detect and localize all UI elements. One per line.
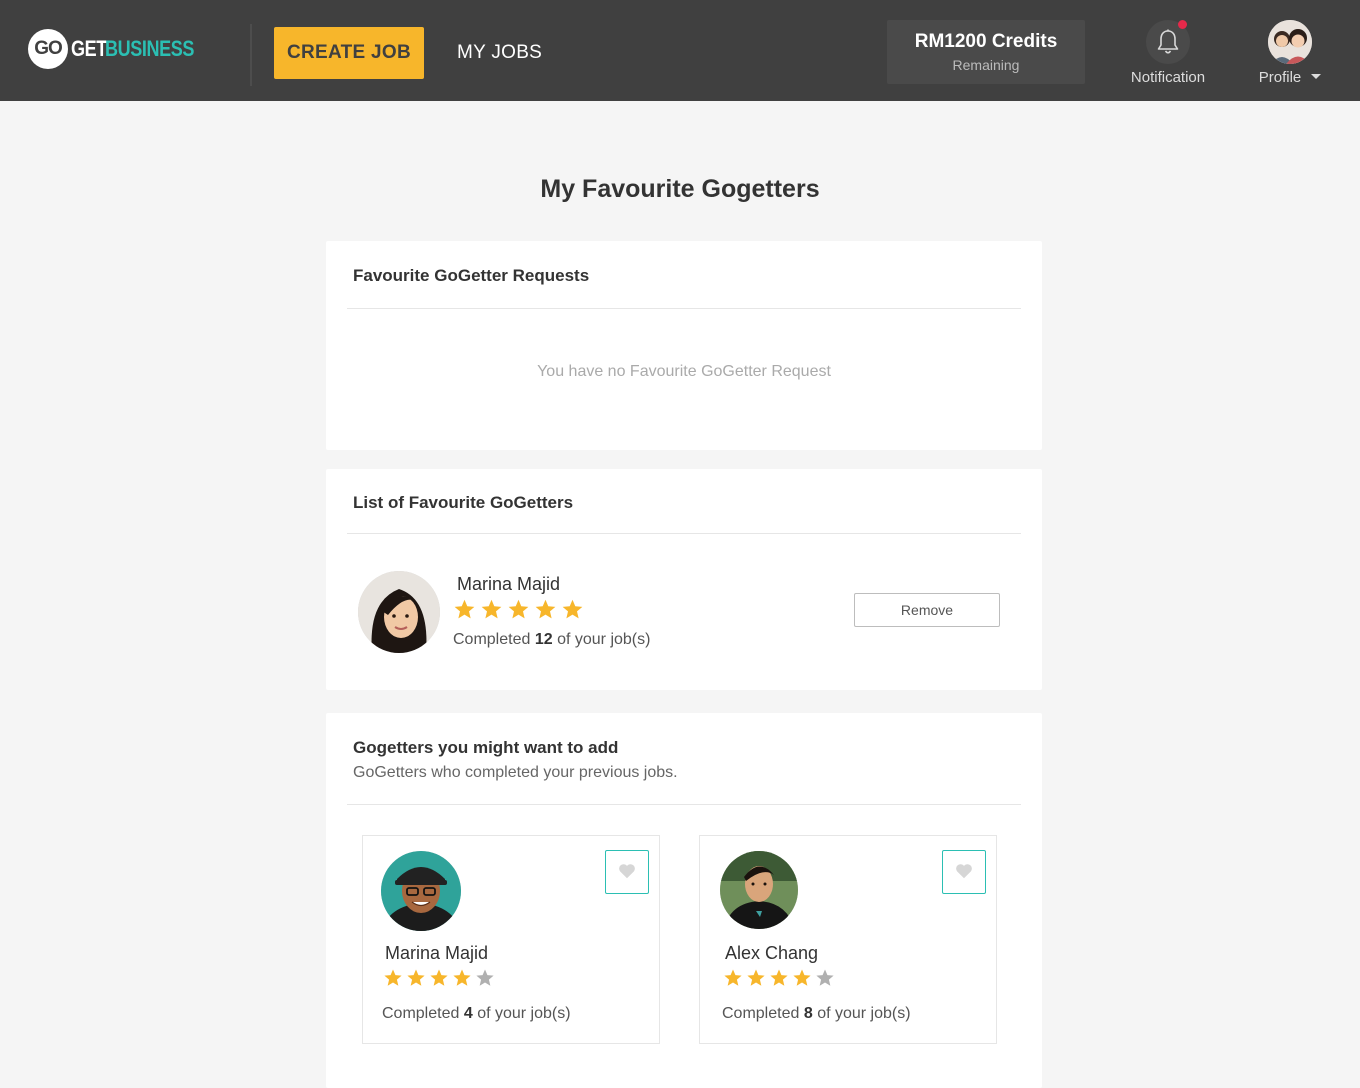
star-filled-icon [453,598,480,625]
card-divider [347,308,1021,309]
completed-jobs-text: Completed 8 of your job(s) [722,1005,911,1022]
logo-business-text: BUSINESS [104,36,194,61]
heart-icon [955,863,973,882]
completed-jobs-text: Completed 12 of your job(s) [453,631,651,648]
create-job-button[interactable]: CREATE JOB [274,27,424,79]
star-filled-icon [792,968,815,992]
gogetter-name: Marina Majid [457,574,561,594]
avatar [358,571,440,653]
suggestion-card-marina-majid: Marina Majid Completed 4 of your job(s) [362,835,660,1044]
my-jobs-link[interactable]: MY JOBS [457,42,542,64]
star-filled-icon [561,598,588,625]
avatar [720,851,798,929]
star-filled-icon [723,968,746,992]
rating-stars [723,968,838,992]
credits-balance: RM1200 Credits Remaining [887,20,1085,84]
logo-go-mark: GO [28,29,68,69]
favourite-requests-card: Favourite GoGetter Requests You have no … [326,241,1042,450]
notification-button[interactable]: Notification [1125,20,1211,86]
profile-menu[interactable]: Profile [1250,20,1330,87]
top-navigation-bar: GO GET BUSINESS CREATE JOB MY JOBS RM120… [0,0,1360,101]
star-filled-icon [507,598,534,625]
star-filled-icon [429,968,452,992]
rating-stars [383,968,498,992]
gogetter-name: Marina Majid [385,943,489,963]
star-empty-icon [815,968,838,992]
star-filled-icon [480,598,507,625]
credits-remaining-label: Remaining [952,57,1020,73]
suggestion-card-alex-chang: Alex Chang Completed 8 of your job(s) [699,835,997,1044]
remove-button[interactable]: Remove [854,593,1000,627]
profile-label: Profile [1258,69,1302,86]
requests-title: Favourite GoGetter Requests [353,266,590,285]
suggestions-title: Gogetters you might want to add [353,738,619,757]
logo-get-text: GET [71,36,107,61]
star-filled-icon [383,968,406,992]
heart-icon [618,863,636,882]
profile-avatar [1268,20,1312,64]
favourite-list-card: List of Favourite GoGetters Marina Majid… [326,469,1042,690]
header-divider [250,24,252,86]
avatar [381,851,461,931]
star-filled-icon [746,968,769,992]
star-empty-icon [475,968,498,992]
star-filled-icon [769,968,792,992]
card-divider [347,804,1021,805]
bell-icon [1146,20,1190,64]
page-title: My Favourite Gogetters [540,175,820,203]
star-filled-icon [452,968,475,992]
card-divider [347,533,1021,534]
credits-amount: RM1200 Credits [914,31,1058,52]
notification-label: Notification [1130,69,1206,86]
star-filled-icon [534,598,561,625]
rating-stars [453,598,588,625]
completed-jobs-text: Completed 4 of your job(s) [382,1005,571,1022]
requests-empty-message: You have no Favourite GoGetter Request [537,363,831,380]
chevron-down-icon [1311,74,1322,80]
add-favourite-button[interactable] [942,850,986,894]
suggestions-subtitle: GoGetters who completed your previous jo… [353,764,678,781]
favourites-title: List of Favourite GoGetters [353,493,574,512]
gogetter-name: Alex Chang [725,943,819,963]
suggested-gogetters-card: Gogetters you might want to add GoGetter… [326,713,1042,1088]
notification-dot [1178,20,1187,29]
star-filled-icon [406,968,429,992]
add-favourite-button[interactable] [605,850,649,894]
gogetter-business-logo[interactable]: GO GET BUSINESS [28,29,213,69]
